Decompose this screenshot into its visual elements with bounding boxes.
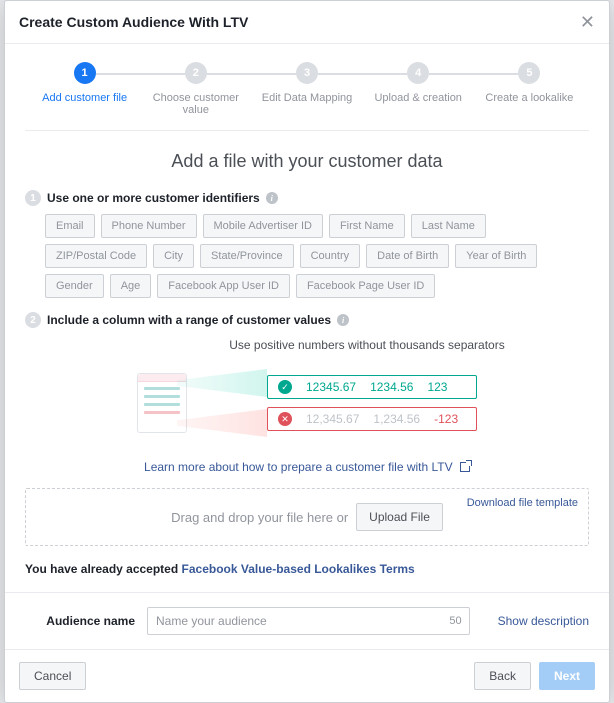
chip[interactable]: Facebook App User ID (157, 274, 290, 298)
page-title: Add a file with your customer data (25, 151, 589, 172)
chip[interactable]: Email (45, 214, 95, 238)
bad-example: ✕ 12,345.67 1,234.56 -123 (267, 407, 477, 431)
learn-more-link[interactable]: Learn more about how to prepare a custom… (144, 460, 470, 474)
chip[interactable]: Last Name (411, 214, 486, 238)
chip[interactable]: Country (300, 244, 361, 268)
learn-more: Learn more about how to prepare a custom… (25, 460, 589, 474)
step-5[interactable]: 5 Create a lookalike (474, 62, 585, 104)
step-badge: 2 (25, 312, 41, 328)
drag-text: Drag and drop your file here or (171, 510, 348, 525)
audience-name-label: Audience name (25, 614, 135, 628)
close-icon[interactable]: ✕ (580, 13, 595, 31)
modal: Create Custom Audience With LTV ✕ 1 Add … (4, 0, 610, 703)
char-count: 50 (449, 615, 461, 627)
step-3[interactable]: 3 Edit Data Mapping (251, 62, 362, 104)
chip[interactable]: Age (110, 274, 152, 298)
file-dropzone[interactable]: Download file template Drag and drop you… (25, 488, 589, 546)
chip[interactable]: Facebook Page User ID (296, 274, 435, 298)
section-values-heading: 2 Include a column with a range of custo… (25, 312, 589, 328)
cancel-button[interactable]: Cancel (19, 662, 86, 690)
step-label: Upload & creation (374, 92, 461, 104)
upload-file-button[interactable]: Upload File (356, 503, 443, 531)
chip[interactable]: City (153, 244, 194, 268)
section-identifiers-heading: 1 Use one or more customer identifiers i (25, 190, 589, 206)
download-template-link[interactable]: Download file template (467, 497, 578, 509)
show-description-link[interactable]: Show description (498, 614, 589, 628)
chip[interactable]: Gender (45, 274, 104, 298)
step-label: Create a lookalike (485, 92, 573, 104)
modal-title: Create Custom Audience With LTV (19, 14, 248, 30)
step-label: Add customer file (42, 92, 127, 104)
step-label: Choose customer value (140, 92, 251, 116)
chip[interactable]: Phone Number (101, 214, 197, 238)
step-1[interactable]: 1 Add customer file (29, 62, 140, 104)
step-2[interactable]: 2 Choose customer value (140, 62, 251, 116)
beam-decor (187, 363, 267, 443)
terms-text: You have already accepted Facebook Value… (25, 562, 589, 576)
chip[interactable]: State/Province (200, 244, 294, 268)
check-icon: ✓ (278, 380, 292, 394)
chip[interactable]: Mobile Advertiser ID (203, 214, 323, 238)
chip[interactable]: ZIP/Postal Code (45, 244, 147, 268)
step-badge: 1 (25, 190, 41, 206)
back-button[interactable]: Back (474, 662, 531, 690)
step-label: Edit Data Mapping (262, 92, 353, 104)
info-icon[interactable]: i (337, 314, 349, 326)
identifier-chips: Email Phone Number Mobile Advertiser ID … (45, 214, 589, 298)
content: Add a file with your customer data 1 Use… (5, 131, 609, 592)
info-icon[interactable]: i (266, 192, 278, 204)
terms-link[interactable]: Facebook Value-based Lookalikes Terms (182, 562, 415, 576)
chip[interactable]: Year of Birth (455, 244, 537, 268)
external-link-icon (460, 462, 470, 472)
example-illustration: Use positive numbers without thousands s… (25, 338, 589, 448)
chip[interactable]: Date of Birth (366, 244, 449, 268)
modal-header: Create Custom Audience With LTV ✕ (5, 1, 609, 44)
audience-name-row: Audience name 50 Show description (5, 592, 609, 650)
audience-name-input[interactable] (147, 607, 470, 635)
stepper: 1 Add customer file 2 Choose customer va… (5, 44, 609, 130)
cross-icon: ✕ (278, 412, 292, 426)
example-caption: Use positive numbers without thousands s… (25, 338, 589, 352)
footer: Cancel Back Next (5, 650, 609, 702)
next-button[interactable]: Next (539, 662, 595, 690)
good-example: ✓ 12345.67 1234.56 123 (267, 375, 477, 399)
step-4[interactable]: 4 Upload & creation (363, 62, 474, 104)
chip[interactable]: First Name (329, 214, 405, 238)
